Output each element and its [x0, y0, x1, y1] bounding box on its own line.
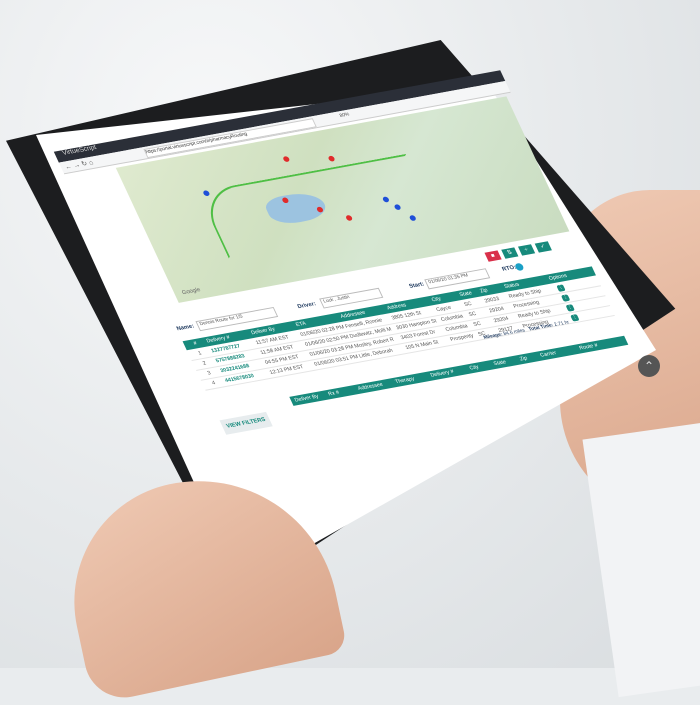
- map-pin-red[interactable]: [282, 155, 291, 163]
- filter-col[interactable]: Addressee: [357, 382, 384, 392]
- col-status[interactable]: Status: [503, 282, 520, 290]
- zoom-level[interactable]: 80%: [339, 112, 351, 119]
- row-options-button[interactable]: ⋮: [570, 314, 580, 322]
- map-pin-red[interactable]: [327, 155, 336, 162]
- state: SC: [467, 311, 478, 318]
- filter-col[interactable]: Rx #: [327, 390, 340, 397]
- delivery-link[interactable]: 4415678030: [224, 373, 255, 384]
- zip: 29033: [483, 296, 501, 305]
- filter-col[interactable]: Therapy: [394, 376, 415, 385]
- filter-col[interactable]: Delivery #: [430, 369, 455, 379]
- col-address[interactable]: Address: [386, 303, 407, 312]
- col-eta[interactable]: ETA: [295, 321, 307, 328]
- state: SC: [463, 301, 473, 308]
- view-filters-button[interactable]: VIEW FILTERS: [219, 411, 273, 435]
- col-num[interactable]: #: [193, 341, 198, 347]
- google-attribution: Google: [181, 287, 202, 297]
- confirm-button[interactable]: ✓: [534, 241, 552, 253]
- row-options-button[interactable]: ⋮: [565, 304, 575, 312]
- col-zip[interactable]: Zip: [479, 288, 489, 295]
- filter-col[interactable]: Zip: [519, 356, 529, 363]
- map-pin-blue[interactable]: [202, 190, 211, 197]
- filter-col[interactable]: City: [469, 364, 480, 371]
- zip: 29204: [493, 316, 510, 325]
- col-options[interactable]: Options: [548, 273, 568, 282]
- state: SC: [472, 321, 483, 328]
- delete-route-button[interactable]: ■: [484, 250, 502, 262]
- row-num: 3: [206, 370, 212, 377]
- swap-button[interactable]: ⇅: [501, 247, 519, 259]
- filter-col[interactable]: State: [493, 359, 507, 367]
- time-value: 2.71 hr: [553, 319, 571, 328]
- split-button[interactable]: ÷: [517, 244, 536, 256]
- start-label: Start:: [408, 281, 426, 290]
- row-num: 1: [197, 350, 203, 357]
- col-state[interactable]: State: [459, 290, 473, 298]
- scroll-up-button[interactable]: ⌃: [638, 355, 660, 377]
- filter-col[interactable]: Deliver By: [294, 394, 320, 404]
- row-options-button[interactable]: ⋮: [556, 284, 566, 292]
- row-options-button[interactable]: ⋮: [560, 294, 571, 302]
- nav-buttons[interactable]: ← → ↻ ⌂: [63, 159, 95, 171]
- city: Prosperity: [449, 333, 475, 343]
- zip: 29204: [488, 306, 506, 315]
- driver-label: Driver:: [296, 301, 318, 311]
- filter-col[interactable]: Carrier: [539, 350, 557, 358]
- name-label: Name:: [175, 323, 196, 333]
- row-num: 4: [211, 380, 217, 387]
- col-city[interactable]: City: [431, 296, 442, 303]
- row-num: 2: [201, 360, 208, 367]
- city: Cayce: [435, 305, 453, 314]
- filter-col[interactable]: Route #: [578, 343, 598, 352]
